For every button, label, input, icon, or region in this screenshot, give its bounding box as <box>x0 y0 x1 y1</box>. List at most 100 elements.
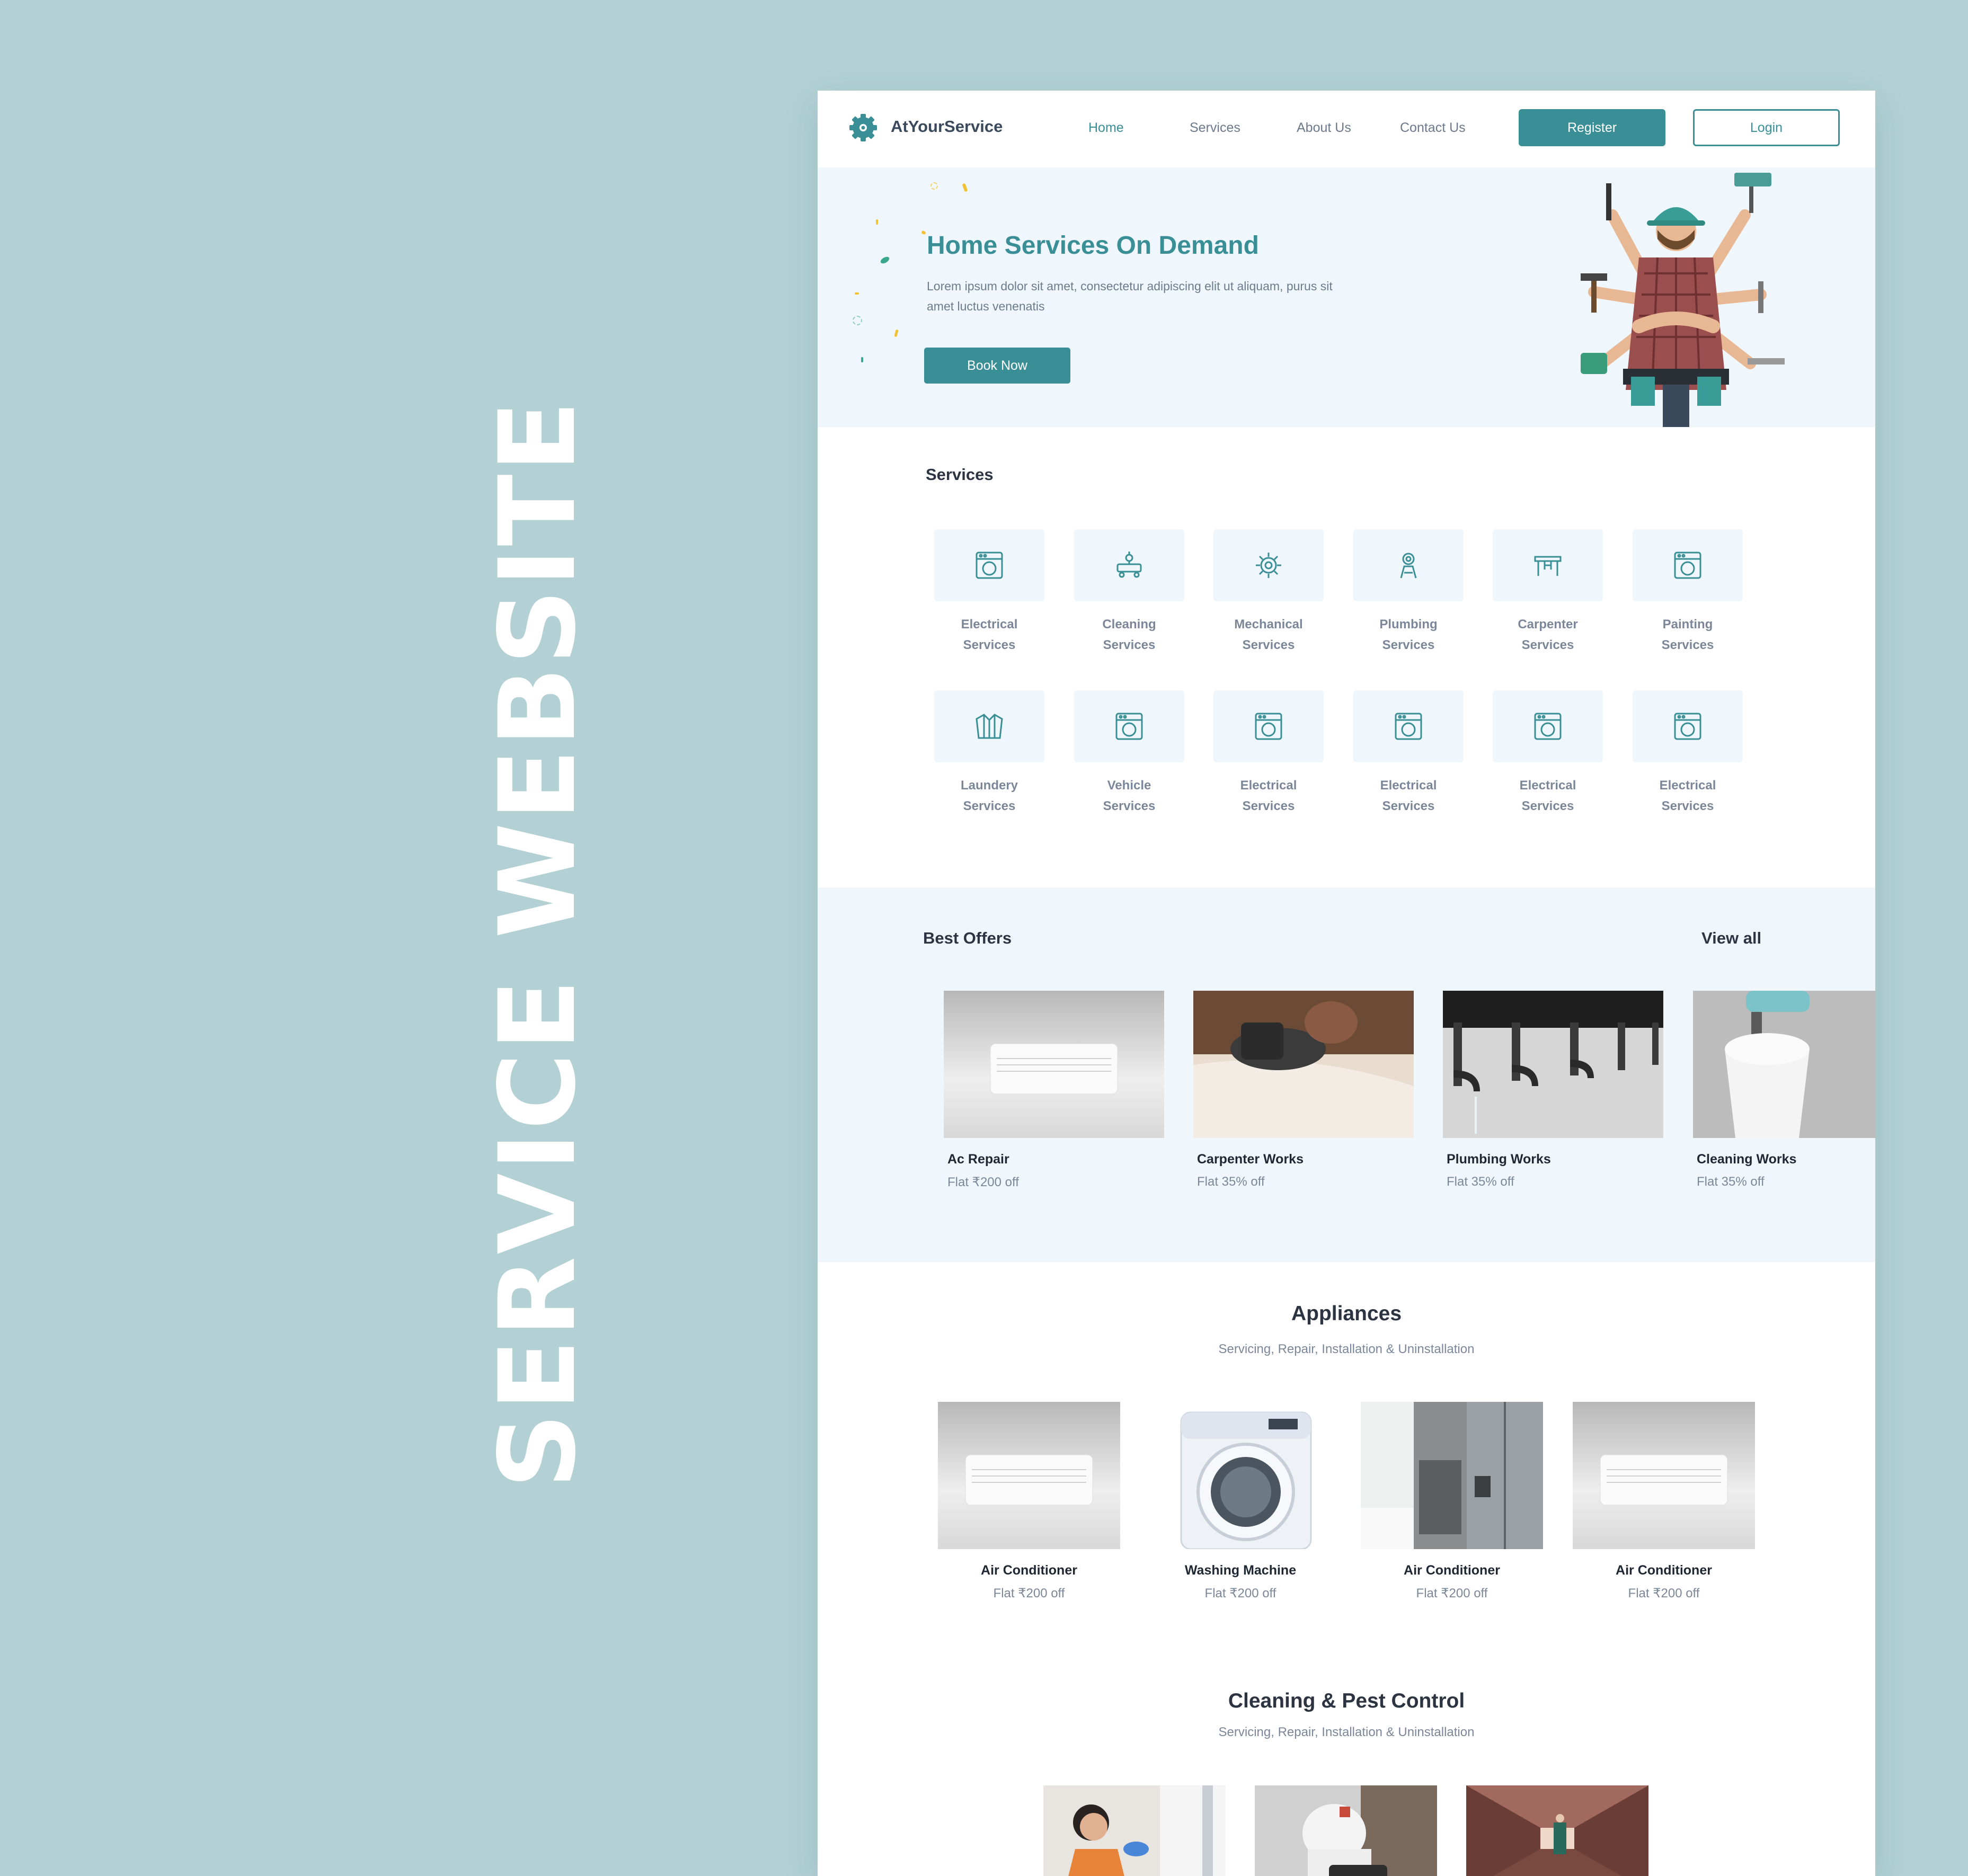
appliance-name: Air Conditioner <box>981 1563 1077 1578</box>
brand-name[interactable]: AtYourService <box>891 117 1003 136</box>
register-button[interactable]: Register <box>1519 109 1665 146</box>
service-label-line2: Services <box>1521 638 1574 652</box>
best-offers-heading: Best Offers <box>923 929 1012 947</box>
service-icon-box <box>1074 690 1184 762</box>
service-label-line1: Electrical <box>1659 778 1716 793</box>
confetti-decoration <box>894 329 899 337</box>
service-card-electrical-2[interactable]: Electrical Services <box>1213 690 1324 816</box>
service-label-line1: Vehicle <box>1107 778 1151 793</box>
service-icon-box <box>934 529 1044 601</box>
cleaning-card-woman[interactable] <box>1043 1785 1226 1876</box>
best-offers-section: Best Offers View all Ac Repair Flat ₹200… <box>818 887 1875 1262</box>
offer-card-ac-repair[interactable]: Ac Repair Flat ₹200 off <box>944 991 1164 1190</box>
washer-icon <box>1115 713 1143 740</box>
washing-machine-image <box>1149 1402 1332 1549</box>
cleaning-image <box>1693 991 1875 1138</box>
hero-banner: Home Services On Demand Lorem ipsum dolo… <box>818 167 1875 427</box>
website-mockup: AtYourService Home Services About Us Con… <box>818 91 1875 1876</box>
service-card-electrical-4[interactable]: Electrical Services <box>1493 690 1603 816</box>
appliance-card-ac-1[interactable]: Air Conditioner Flat ₹200 off <box>938 1402 1120 1601</box>
plumber-icon <box>1400 553 1417 579</box>
service-label-line2: Services <box>963 638 1016 652</box>
book-now-button[interactable]: Book Now <box>924 348 1070 384</box>
nav-about-us[interactable]: About Us <box>1297 120 1351 136</box>
appliance-discount: Flat ₹200 off <box>1204 1586 1276 1601</box>
cleaning-cart-icon <box>1116 552 1142 578</box>
service-card-painting[interactable]: Painting Services <box>1633 529 1743 655</box>
cleaning-pest-heading: Cleaning & Pest Control <box>1228 1690 1465 1712</box>
confetti-decoration <box>930 182 938 190</box>
appliances-heading: Appliances <box>1291 1302 1402 1325</box>
shirt-icon <box>976 714 1003 739</box>
service-label-line2: Services <box>1661 799 1714 813</box>
service-card-electrical[interactable]: Electrical Services <box>934 529 1044 655</box>
service-label-line1: Laundery <box>960 778 1018 793</box>
confetti-decoration <box>879 255 891 265</box>
top-navbar: AtYourService Home Services About Us Con… <box>818 91 1875 167</box>
faucets-image <box>1443 991 1663 1138</box>
appliance-card-washing-machine[interactable]: Washing Machine Flat ₹200 off <box>1149 1402 1332 1601</box>
service-icon-box <box>1633 690 1743 762</box>
service-card-vehicle[interactable]: Vehicle Services <box>1074 690 1184 816</box>
handyman-illustration <box>1581 173 1785 427</box>
confetti-decoration <box>861 357 863 362</box>
gear-icon <box>1256 553 1281 578</box>
service-card-carpenter[interactable]: Carpenter Services <box>1493 529 1603 655</box>
offer-card-plumbing[interactable]: Plumbing Works Flat 35% off <box>1443 991 1663 1189</box>
service-card-cleaning[interactable]: Cleaning Services <box>1074 529 1184 655</box>
ac-unit-image <box>1573 1402 1755 1549</box>
cleaning-pest-subtitle: Servicing, Repair, Installation & Uninst… <box>1218 1725 1475 1739</box>
service-icon-box <box>1074 529 1184 601</box>
service-label-line2: Services <box>1382 638 1435 652</box>
service-label-line1: Electrical <box>1240 778 1297 793</box>
offer-discount: Flat 35% off <box>1697 1175 1765 1189</box>
service-label-line1: Cleaning <box>1102 617 1156 632</box>
appliance-discount: Flat ₹200 off <box>993 1586 1065 1601</box>
appliances-subtitle: Servicing, Repair, Installation & Uninst… <box>1218 1342 1475 1356</box>
appliance-name: Washing Machine <box>1184 1563 1297 1578</box>
service-card-plumbing[interactable]: Plumbing Services <box>1353 529 1464 655</box>
nav-services[interactable]: Services <box>1190 120 1240 136</box>
nav-home[interactable]: Home <box>1088 120 1124 136</box>
offer-card-cleaning[interactable]: Cleaning Works Flat 35% off <box>1693 991 1875 1189</box>
appliance-card-ac-2[interactable]: Air Conditioner Flat ₹200 off <box>1361 1402 1543 1601</box>
view-all-link[interactable]: View all <box>1701 929 1761 948</box>
service-label-line1: Plumbing <box>1379 617 1438 632</box>
offer-discount: Flat 35% off <box>1197 1175 1265 1189</box>
washer-icon <box>976 552 1003 579</box>
confetti-decoration <box>855 292 859 295</box>
cleaning-card-corridor[interactable] <box>1466 1785 1648 1876</box>
service-icon-box <box>1213 529 1324 601</box>
service-label-line1: Painting <box>1662 617 1713 632</box>
service-label-line2: Services <box>1242 638 1295 652</box>
services-heading: Services <box>926 465 994 484</box>
washer-icon <box>1674 713 1701 740</box>
appliance-discount: Flat ₹200 off <box>1416 1586 1488 1601</box>
service-card-mechanical[interactable]: Mechanical Services <box>1213 529 1324 655</box>
service-label-line1: Carpenter <box>1518 617 1578 632</box>
service-icon-box <box>1213 690 1324 762</box>
service-icon-box <box>1353 690 1464 762</box>
service-label-line1: Electrical <box>961 617 1018 632</box>
nav-contact-us[interactable]: Contact Us <box>1400 120 1466 136</box>
hero-title: Home Services On Demand <box>927 232 1259 260</box>
carpenter-image <box>1193 991 1414 1138</box>
confetti-decoration <box>853 316 862 325</box>
appliance-card-ac-3[interactable]: Air Conditioner Flat ₹200 off <box>1573 1402 1755 1601</box>
cleaning-card-pest-control[interactable] <box>1255 1785 1437 1876</box>
table-icon <box>1534 556 1562 576</box>
service-icon-box <box>1493 690 1603 762</box>
service-label-line2: Services <box>1661 638 1714 652</box>
service-label-line1: Electrical <box>1380 778 1437 793</box>
offer-name: Carpenter Works <box>1197 1152 1304 1167</box>
service-card-electrical-5[interactable]: Electrical Services <box>1633 690 1743 816</box>
service-card-laundery[interactable]: Laundery Services <box>934 690 1044 816</box>
service-card-electrical-3[interactable]: Electrical Services <box>1353 690 1464 816</box>
washer-icon <box>1534 713 1562 740</box>
service-icon-box <box>1633 529 1743 601</box>
login-button[interactable]: Login <box>1693 109 1840 146</box>
offer-card-carpenter[interactable]: Carpenter Works Flat 35% off <box>1193 991 1414 1189</box>
ac-unit-image <box>944 991 1164 1138</box>
ac-unit-image <box>938 1402 1120 1549</box>
service-icon-box <box>1353 529 1464 601</box>
